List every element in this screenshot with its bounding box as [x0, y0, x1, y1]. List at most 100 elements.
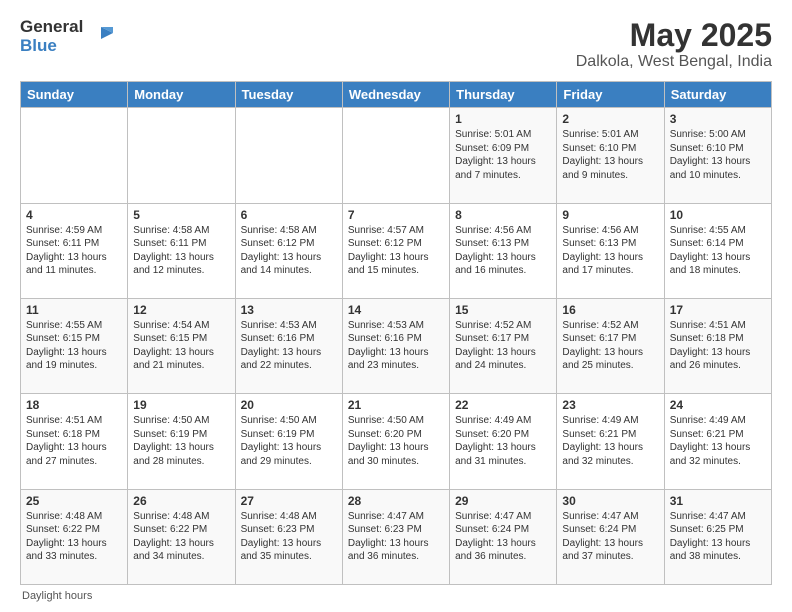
- day-number: 27: [241, 494, 337, 508]
- day-number: 17: [670, 303, 766, 317]
- day-cell-2-6: 17 Sunrise: 4:51 AM Sunset: 6:18 PM Dayli…: [664, 298, 771, 393]
- day-number: 20: [241, 398, 337, 412]
- day-cell-1-3: 7 Sunrise: 4:57 AM Sunset: 6:12 PM Daylig…: [342, 203, 449, 298]
- day-info: Sunrise: 4:50 AM Sunset: 6:19 PM Dayligh…: [241, 414, 337, 468]
- day-cell-4-5: 30 Sunrise: 4:47 AM Sunset: 6:24 PM Dayli…: [557, 489, 664, 584]
- day-cell-1-0: 4Sunrise: 4:59 AM Sunset: 6:11 PM Daylig…: [21, 203, 128, 298]
- title-block: May 2025 Dalkola, West Bengal, India: [576, 18, 772, 71]
- day-cell-1-5: 9 Sunrise: 4:56 AM Sunset: 6:13 PM Daylig…: [557, 203, 664, 298]
- day-cell-1-6: 10 Sunrise: 4:55 AM Sunset: 6:14 PM Dayli…: [664, 203, 771, 298]
- day-number: 25: [26, 494, 122, 508]
- day-info: Sunrise: 4:48 AM Sunset: 6:23 PM Dayligh…: [241, 510, 337, 564]
- day-number: 3: [670, 112, 766, 126]
- day-info: Sunrise: 4:50 AM Sunset: 6:20 PM Dayligh…: [348, 414, 444, 468]
- day-cell-1-4: 8 Sunrise: 4:56 AM Sunset: 6:13 PM Daylig…: [450, 203, 557, 298]
- day-info: Sunrise: 4:58 AM Sunset: 6:11 PM Dayligh…: [133, 224, 229, 278]
- day-cell-3-6: 24 Sunrise: 4:49 AM Sunset: 6:21 PM Dayli…: [664, 394, 771, 489]
- header-row: SundayMondayTuesdayWednesdayThursdayFrid…: [21, 82, 772, 108]
- day-number: 31: [670, 494, 766, 508]
- day-number: 29: [455, 494, 551, 508]
- day-info: Sunrise: 4:52 AM Sunset: 6:17 PM Dayligh…: [562, 319, 658, 373]
- day-number: 6: [241, 208, 337, 222]
- day-info: Sunrise: 4:50 AM Sunset: 6:19 PM Dayligh…: [133, 414, 229, 468]
- main-title: May 2025: [576, 18, 772, 53]
- day-info: Sunrise: 5:01 AM Sunset: 6:09 PM Dayligh…: [455, 128, 551, 182]
- day-cell-0-5: 2 Sunrise: 5:01 AM Sunset: 6:10 PM Daylig…: [557, 108, 664, 203]
- day-cell-0-3: [342, 108, 449, 203]
- header-friday: Friday: [557, 82, 664, 108]
- day-info: Sunrise: 4:48 AM Sunset: 6:22 PM Dayligh…: [26, 510, 122, 564]
- day-info: Sunrise: 4:47 AM Sunset: 6:24 PM Dayligh…: [562, 510, 658, 564]
- day-number: 13: [241, 303, 337, 317]
- day-cell-2-0: 11 Sunrise: 4:55 AM Sunset: 6:15 PM Dayli…: [21, 298, 128, 393]
- day-number: 22: [455, 398, 551, 412]
- day-cell-4-1: 26 Sunrise: 4:48 AM Sunset: 6:22 PM Dayli…: [128, 489, 235, 584]
- week-row-1: 1 Sunrise: 5:01 AM Sunset: 6:09 PM Daylig…: [21, 108, 772, 203]
- day-cell-4-0: 25 Sunrise: 4:48 AM Sunset: 6:22 PM Dayli…: [21, 489, 128, 584]
- day-info: Sunrise: 4:54 AM Sunset: 6:15 PM Dayligh…: [133, 319, 229, 373]
- day-cell-0-6: 3Sunrise: 5:00 AM Sunset: 6:10 PM Daylig…: [664, 108, 771, 203]
- day-cell-4-6: 31 Sunrise: 4:47 AM Sunset: 6:25 PM Dayli…: [664, 489, 771, 584]
- day-info: Sunrise: 4:48 AM Sunset: 6:22 PM Dayligh…: [133, 510, 229, 564]
- calendar-table: SundayMondayTuesdayWednesdayThursdayFrid…: [20, 81, 772, 585]
- day-info: Sunrise: 5:01 AM Sunset: 6:10 PM Dayligh…: [562, 128, 658, 182]
- day-cell-4-3: 28Sunrise: 4:47 AM Sunset: 6:23 PM Dayli…: [342, 489, 449, 584]
- day-info: Sunrise: 4:55 AM Sunset: 6:14 PM Dayligh…: [670, 224, 766, 278]
- day-info: Sunrise: 4:53 AM Sunset: 6:16 PM Dayligh…: [241, 319, 337, 373]
- day-info: Sunrise: 4:55 AM Sunset: 6:15 PM Dayligh…: [26, 319, 122, 373]
- day-info: Sunrise: 4:47 AM Sunset: 6:24 PM Dayligh…: [455, 510, 551, 564]
- day-cell-3-3: 21Sunrise: 4:50 AM Sunset: 6:20 PM Dayli…: [342, 394, 449, 489]
- footer-note: Daylight hours: [20, 590, 772, 602]
- page: General Blue May 2025 Dalkola, West Beng…: [0, 0, 792, 612]
- day-cell-2-5: 16Sunrise: 4:52 AM Sunset: 6:17 PM Dayli…: [557, 298, 664, 393]
- day-cell-1-2: 6 Sunrise: 4:58 AM Sunset: 6:12 PM Daylig…: [235, 203, 342, 298]
- day-cell-2-3: 14Sunrise: 4:53 AM Sunset: 6:16 PM Dayli…: [342, 298, 449, 393]
- day-number: 30: [562, 494, 658, 508]
- day-info: Sunrise: 4:57 AM Sunset: 6:12 PM Dayligh…: [348, 224, 444, 278]
- week-row-5: 25 Sunrise: 4:48 AM Sunset: 6:22 PM Dayli…: [21, 489, 772, 584]
- day-number: 10: [670, 208, 766, 222]
- day-cell-0-0: [21, 108, 128, 203]
- day-cell-2-2: 13 Sunrise: 4:53 AM Sunset: 6:16 PM Dayli…: [235, 298, 342, 393]
- day-cell-2-4: 15Sunrise: 4:52 AM Sunset: 6:17 PM Dayli…: [450, 298, 557, 393]
- day-number: 9: [562, 208, 658, 222]
- day-info: Sunrise: 4:49 AM Sunset: 6:20 PM Dayligh…: [455, 414, 551, 468]
- day-cell-3-1: 19Sunrise: 4:50 AM Sunset: 6:19 PM Dayli…: [128, 394, 235, 489]
- day-cell-0-2: [235, 108, 342, 203]
- day-info: Sunrise: 4:51 AM Sunset: 6:18 PM Dayligh…: [26, 414, 122, 468]
- day-cell-4-4: 29 Sunrise: 4:47 AM Sunset: 6:24 PM Dayli…: [450, 489, 557, 584]
- day-cell-1-1: 5Sunrise: 4:58 AM Sunset: 6:11 PM Daylig…: [128, 203, 235, 298]
- day-cell-3-2: 20 Sunrise: 4:50 AM Sunset: 6:19 PM Dayli…: [235, 394, 342, 489]
- logo-blue: Blue: [20, 37, 83, 56]
- day-number: 8: [455, 208, 551, 222]
- logo: General Blue: [20, 18, 115, 55]
- header-sunday: Sunday: [21, 82, 128, 108]
- day-info: Sunrise: 4:49 AM Sunset: 6:21 PM Dayligh…: [670, 414, 766, 468]
- day-number: 24: [670, 398, 766, 412]
- day-cell-0-4: 1 Sunrise: 5:01 AM Sunset: 6:09 PM Daylig…: [450, 108, 557, 203]
- day-info: Sunrise: 4:47 AM Sunset: 6:25 PM Dayligh…: [670, 510, 766, 564]
- day-number: 12: [133, 303, 229, 317]
- header-monday: Monday: [128, 82, 235, 108]
- day-cell-3-0: 18Sunrise: 4:51 AM Sunset: 6:18 PM Dayli…: [21, 394, 128, 489]
- day-info: Sunrise: 4:56 AM Sunset: 6:13 PM Dayligh…: [455, 224, 551, 278]
- day-number: 14: [348, 303, 444, 317]
- subtitle: Dalkola, West Bengal, India: [576, 53, 772, 71]
- day-number: 7: [348, 208, 444, 222]
- day-info: Sunrise: 4:51 AM Sunset: 6:18 PM Dayligh…: [670, 319, 766, 373]
- day-info: Sunrise: 4:59 AM Sunset: 6:11 PM Dayligh…: [26, 224, 122, 278]
- day-number: 23: [562, 398, 658, 412]
- day-number: 1: [455, 112, 551, 126]
- day-info: Sunrise: 4:49 AM Sunset: 6:21 PM Dayligh…: [562, 414, 658, 468]
- day-info: Sunrise: 4:47 AM Sunset: 6:23 PM Dayligh…: [348, 510, 444, 564]
- logo-general: General: [20, 18, 83, 37]
- week-row-2: 4Sunrise: 4:59 AM Sunset: 6:11 PM Daylig…: [21, 203, 772, 298]
- day-cell-2-1: 12 Sunrise: 4:54 AM Sunset: 6:15 PM Dayli…: [128, 298, 235, 393]
- day-cell-0-1: [128, 108, 235, 203]
- day-number: 11: [26, 303, 122, 317]
- header-thursday: Thursday: [450, 82, 557, 108]
- day-info: Sunrise: 4:56 AM Sunset: 6:13 PM Dayligh…: [562, 224, 658, 278]
- day-info: Sunrise: 4:58 AM Sunset: 6:12 PM Dayligh…: [241, 224, 337, 278]
- day-number: 26: [133, 494, 229, 508]
- day-number: 2: [562, 112, 658, 126]
